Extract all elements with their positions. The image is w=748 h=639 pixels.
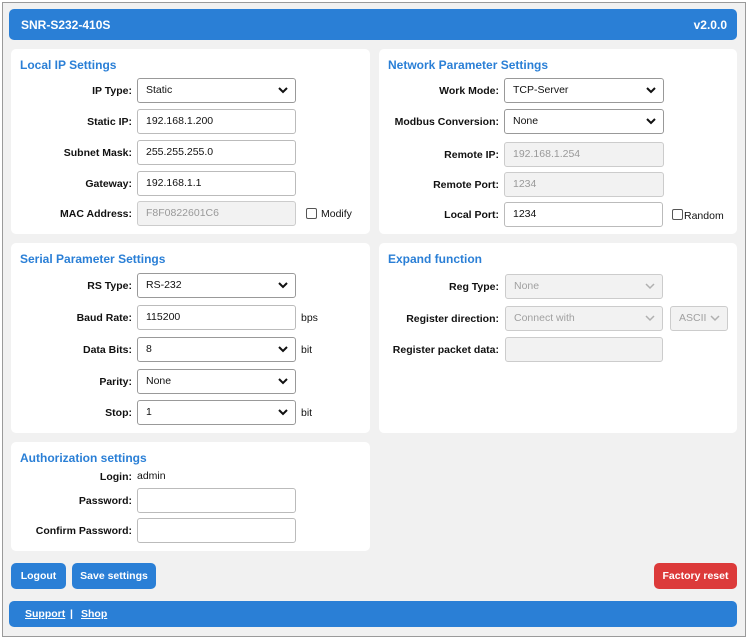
chevron-down-icon <box>646 87 656 94</box>
shop-link[interactable]: Shop <box>81 608 107 620</box>
reg-type-value: None <box>514 280 540 292</box>
network-panel: Network Parameter Settings Work Mode: TC… <box>379 49 737 234</box>
chevron-down-icon <box>646 118 656 125</box>
ip-type-select[interactable]: Static <box>137 78 296 103</box>
rs-type-label: RS Type: <box>87 280 132 292</box>
chevron-down-icon <box>278 87 288 94</box>
local-port-label: Local Port: <box>444 209 499 221</box>
modbus-conversion-value: None <box>513 115 539 127</box>
panel-title: Authorization settings <box>20 451 147 465</box>
confirm-password-input[interactable] <box>137 518 296 543</box>
stop-bits-label: Stop: <box>105 407 132 419</box>
register-direction-select: Connect with <box>505 306 663 331</box>
gateway-label: Gateway: <box>85 178 132 190</box>
baud-rate-label: Baud Rate: <box>76 312 132 324</box>
data-bits-value: 8 <box>146 343 152 355</box>
remote-ip-label: Remote IP: <box>444 149 499 161</box>
authorization-panel: Authorization settings Login: admin Pass… <box>11 442 370 551</box>
remote-ip-input: 192.168.1.254 <box>504 142 664 167</box>
stop-bits-value: 1 <box>146 406 152 418</box>
login-label: Login: <box>99 471 132 483</box>
support-link[interactable]: Support <box>25 608 65 620</box>
chevron-down-icon <box>278 346 288 353</box>
register-format-value: ASCII <box>679 312 707 324</box>
ip-type-value: Static <box>146 84 173 96</box>
parity-value: None <box>146 375 172 387</box>
work-mode-label: Work Mode: <box>439 85 499 97</box>
modify-label: Modify <box>321 208 352 220</box>
register-direction-value: Connect with <box>514 312 575 324</box>
mac-address-input: F8F0822601C6 <box>137 201 296 226</box>
panel-title: Local IP Settings <box>20 58 117 72</box>
data-bits-label: Data Bits: <box>82 344 132 356</box>
panel-title: Expand function <box>388 252 482 266</box>
password-input[interactable] <box>137 488 296 513</box>
baud-rate-unit: bps <box>301 312 318 324</box>
register-format-select: ASCII <box>670 306 728 331</box>
local-ip-panel: Local IP Settings IP Type: Static Static… <box>11 49 370 234</box>
stop-bits-select[interactable]: 1 <box>137 400 296 425</box>
chevron-down-icon <box>278 282 288 289</box>
subnet-mask-input[interactable]: 255.255.255.0 <box>137 140 296 165</box>
register-packet-input <box>505 337 663 362</box>
local-port-input[interactable]: 1234 <box>504 202 663 227</box>
work-mode-value: TCP-Server <box>513 84 569 96</box>
modbus-conversion-select[interactable]: None <box>504 109 664 134</box>
chevron-down-icon <box>710 315 720 322</box>
login-value: admin <box>137 470 166 482</box>
footer-separator: | <box>70 608 73 620</box>
parity-select[interactable]: None <box>137 369 296 394</box>
baud-rate-input[interactable]: 115200 <box>137 305 296 330</box>
subnet-mask-label: Subnet Mask: <box>63 147 132 159</box>
panel-title: Serial Parameter Settings <box>20 252 166 266</box>
mac-address-label: MAC Address: <box>60 208 132 220</box>
panel-title: Network Parameter Settings <box>388 58 549 72</box>
static-ip-label: Static IP: <box>87 116 132 128</box>
reg-type-select: None <box>505 274 663 299</box>
rs-type-value: RS-232 <box>146 279 182 291</box>
factory-reset-button[interactable]: Factory reset <box>654 563 737 589</box>
footer-bar: Support | Shop <box>9 601 737 627</box>
reg-type-label: Reg Type: <box>449 281 499 293</box>
register-direction-label: Register direction: <box>406 313 499 325</box>
expand-function-panel: Expand function Reg Type: None Register … <box>379 243 737 433</box>
serial-panel: Serial Parameter Settings RS Type: RS-23… <box>11 243 370 433</box>
password-label: Password: <box>78 495 132 507</box>
work-mode-select[interactable]: TCP-Server <box>504 78 664 103</box>
modbus-conversion-label: Modbus Conversion: <box>394 116 499 128</box>
header-bar: SNR-S232-410S v2.0.0 <box>9 9 737 40</box>
modify-checkbox[interactable] <box>306 208 317 219</box>
firmware-version: v2.0.0 <box>693 18 727 32</box>
register-packet-label: Register packet data: <box>392 344 499 356</box>
static-ip-input[interactable]: 192.168.1.200 <box>137 109 296 134</box>
data-bits-select[interactable]: 8 <box>137 337 296 362</box>
chevron-down-icon <box>278 409 288 416</box>
random-checkbox[interactable] <box>672 209 683 220</box>
rs-type-select[interactable]: RS-232 <box>137 273 296 298</box>
confirm-password-label: Confirm Password: <box>35 525 132 537</box>
parity-label: Parity: <box>99 376 132 388</box>
logout-button[interactable]: Logout <box>11 563 66 589</box>
data-bits-unit: bit <box>301 344 313 356</box>
save-settings-button[interactable]: Save settings <box>72 563 156 589</box>
chevron-down-icon <box>278 378 288 385</box>
chevron-down-icon <box>645 315 655 322</box>
remote-port-label: Remote Port: <box>433 179 499 191</box>
remote-port-input: 1234 <box>504 172 664 197</box>
stop-bits-unit: bit <box>301 407 313 419</box>
ip-type-label: IP Type: <box>92 85 132 97</box>
chevron-down-icon <box>645 283 655 290</box>
gateway-input[interactable]: 192.168.1.1 <box>137 171 296 196</box>
device-title: SNR-S232-410S <box>21 18 111 32</box>
random-label: Random <box>684 210 724 222</box>
